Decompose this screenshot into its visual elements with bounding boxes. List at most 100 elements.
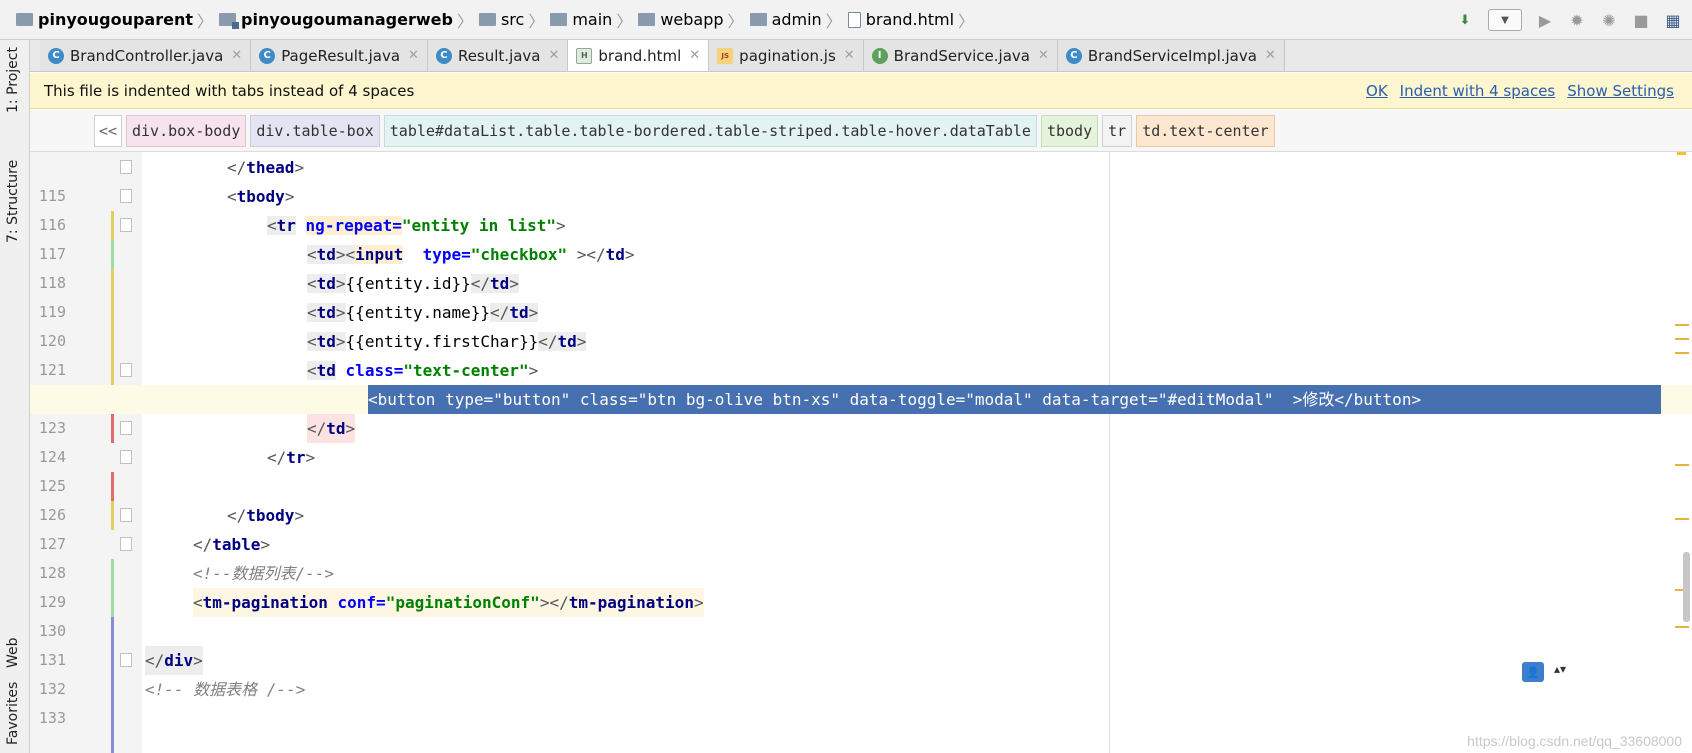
error-stripe-marker[interactable] [1675, 352, 1689, 354]
coverage-icon[interactable]: ✺ [1600, 11, 1618, 30]
close-icon[interactable]: ✕ [1038, 48, 1049, 63]
stop-icon[interactable]: ■ [1632, 11, 1650, 30]
breadcrumb-tbody[interactable]: tbody [1040, 114, 1099, 147]
show-settings-link[interactable]: Show Settings [1567, 82, 1674, 100]
breadcrumb-div-box-body[interactable]: div.box-body [126, 114, 247, 147]
html-file-icon: H [576, 47, 593, 64]
chevron-right-icon: 〉 [528, 11, 545, 31]
run-config-dropdown[interactable]: ▼ [1488, 9, 1522, 31]
code-line: 117 <tr ng-repeat="entity in list"> [30, 211, 1692, 298]
error-stripe-marker[interactable] [1675, 338, 1689, 340]
favorites-tool-button[interactable]: Favorites [5, 682, 21, 745]
indent-link[interactable]: Indent with 4 spaces [1400, 82, 1556, 100]
js-file-icon: JS [717, 47, 734, 64]
code-line: 120 <td>{{entity.name}}</td> [30, 298, 1692, 385]
project-tool-button[interactable]: 1: Project [5, 47, 21, 113]
notification-actions: OK Indent with 4 spaces Show Settings [1366, 82, 1674, 100]
crumb-src[interactable]: src [478, 0, 524, 40]
breadcrumb-td[interactable]: td.text-center [1136, 114, 1275, 147]
breadcrumb-back-button[interactable]: << [94, 114, 122, 147]
web-tool-button[interactable]: Web [5, 637, 21, 668]
class-icon: C [259, 47, 276, 64]
chevron-right-icon: 〉 [456, 11, 473, 31]
ok-link[interactable]: OK [1366, 82, 1388, 100]
notification-message: This file is indented with tabs instead … [44, 81, 415, 100]
close-icon[interactable]: ✕ [231, 48, 242, 63]
tab-brandcontroller[interactable]: C BrandController.java ✕ [40, 40, 252, 71]
close-icon[interactable]: ✕ [689, 48, 700, 63]
analysis-status-icon[interactable] [1677, 152, 1686, 155]
class-icon: C [435, 47, 452, 64]
fold-icon[interactable] [120, 450, 132, 464]
crumb-admin[interactable]: admin [749, 0, 822, 40]
run-icon[interactable]: ▶ [1536, 11, 1554, 30]
code-line: 129 <!--数据列表/--> [30, 559, 1692, 646]
chevron-right-icon: 〉 [616, 11, 633, 31]
code-line: 125 </tr> [30, 443, 1692, 530]
crumb-main[interactable]: main [550, 0, 612, 40]
close-icon[interactable]: ✕ [1265, 48, 1276, 63]
close-icon[interactable]: ✕ [844, 48, 855, 63]
tab-result[interactable]: C Result.java ✕ [427, 40, 569, 71]
crumb-webapp[interactable]: webapp [638, 0, 724, 40]
user-avatar-icon[interactable]: 👤 [1522, 662, 1544, 682]
fold-icon[interactable] [120, 508, 132, 522]
breadcrumb-table[interactable]: table#dataList.table.table-bordered.tabl… [383, 114, 1037, 147]
class-icon: C [48, 47, 64, 64]
error-stripe-marker[interactable] [1675, 464, 1689, 466]
code-line: 131 [30, 617, 1692, 704]
debug-icon[interactable]: ✹ [1568, 11, 1586, 30]
chevron-right-icon: 〉 [197, 11, 214, 31]
chevron-right-icon: 〉 [727, 11, 744, 31]
code-line: 118 <td><input type="checkbox" ></td> [30, 240, 1692, 327]
tab-pageresult[interactable]: C PageResult.java ✕ [251, 40, 428, 71]
error-stripe-marker[interactable] [1675, 626, 1689, 628]
more-options-icon[interactable]: ▴▾ [1554, 662, 1566, 676]
tab-brand-html[interactable]: H brand.html ✕ [568, 40, 710, 71]
close-icon[interactable]: ✕ [408, 48, 419, 63]
module-folder-icon [219, 13, 240, 29]
chevron-right-icon: 〉 [825, 11, 842, 31]
code-line: 128 </table> [30, 530, 1692, 617]
folder-icon [749, 13, 767, 26]
interface-icon: I [871, 47, 888, 64]
code-line: 127 </tbody> [30, 501, 1692, 588]
fold-icon[interactable] [120, 653, 132, 667]
build-icon[interactable]: ⬇ [1456, 11, 1474, 29]
chevron-right-icon: 〉 [958, 11, 975, 31]
tab-brandserviceimpl[interactable]: C BrandServiceImpl.java ✕ [1057, 40, 1285, 71]
code-line: 119 <td>{{entity.id}}</td> [30, 269, 1692, 356]
code-line: 126 [38, 506, 66, 524]
fold-icon[interactable] [120, 537, 132, 551]
navigation-bar: pinyougouparent 〉 pinyougoumanagerweb 〉 … [0, 0, 1692, 40]
crumb-file[interactable]: brand.html [847, 0, 954, 40]
close-icon[interactable]: ✕ [549, 48, 560, 63]
structure-tool-button[interactable]: 7: Structure [5, 160, 21, 243]
vertical-scrollbar[interactable] [1683, 552, 1690, 622]
code-editor[interactable]: 115 </thead> 116 <tbody> 117 <tr ng-repe… [30, 152, 1692, 753]
error-stripe-marker[interactable] [1675, 324, 1689, 326]
web-folder-icon [638, 13, 656, 26]
tab-pagination-js[interactable]: JS pagination.js ✕ [709, 40, 864, 71]
crumb-project-root[interactable]: pinyougouparent [16, 0, 193, 40]
crumb-module[interactable]: pinyougoumanagerweb [219, 0, 453, 40]
project-structure-icon[interactable]: ▦ [1664, 11, 1682, 30]
fold-icon[interactable] [120, 160, 132, 174]
watermark: https://blog.csdn.net/qq_33608000 [1467, 733, 1682, 749]
change-marker [111, 704, 114, 733]
fold-icon[interactable] [120, 189, 132, 203]
class-icon: C [1065, 47, 1082, 64]
code-line: 116 <tbody> [30, 182, 1692, 269]
fold-icon[interactable] [120, 421, 132, 435]
tab-brandservice[interactable]: I BrandService.java ✕ [863, 40, 1058, 71]
code-line: 130 <tm-pagination conf="paginationConf"… [30, 588, 1692, 675]
error-stripe-marker[interactable] [1675, 518, 1689, 520]
folder-icon [16, 13, 33, 26]
fold-icon[interactable] [120, 218, 132, 232]
fold-icon[interactable] [120, 363, 132, 377]
change-marker [111, 733, 114, 753]
breadcrumb-tr[interactable]: tr [1102, 114, 1133, 147]
html-file-icon [847, 11, 861, 28]
breadcrumb-div-table-box[interactable]: div.table-box [250, 114, 380, 147]
tag-breadcrumbs: << div.box-body div.table-box table#data… [30, 110, 1692, 152]
